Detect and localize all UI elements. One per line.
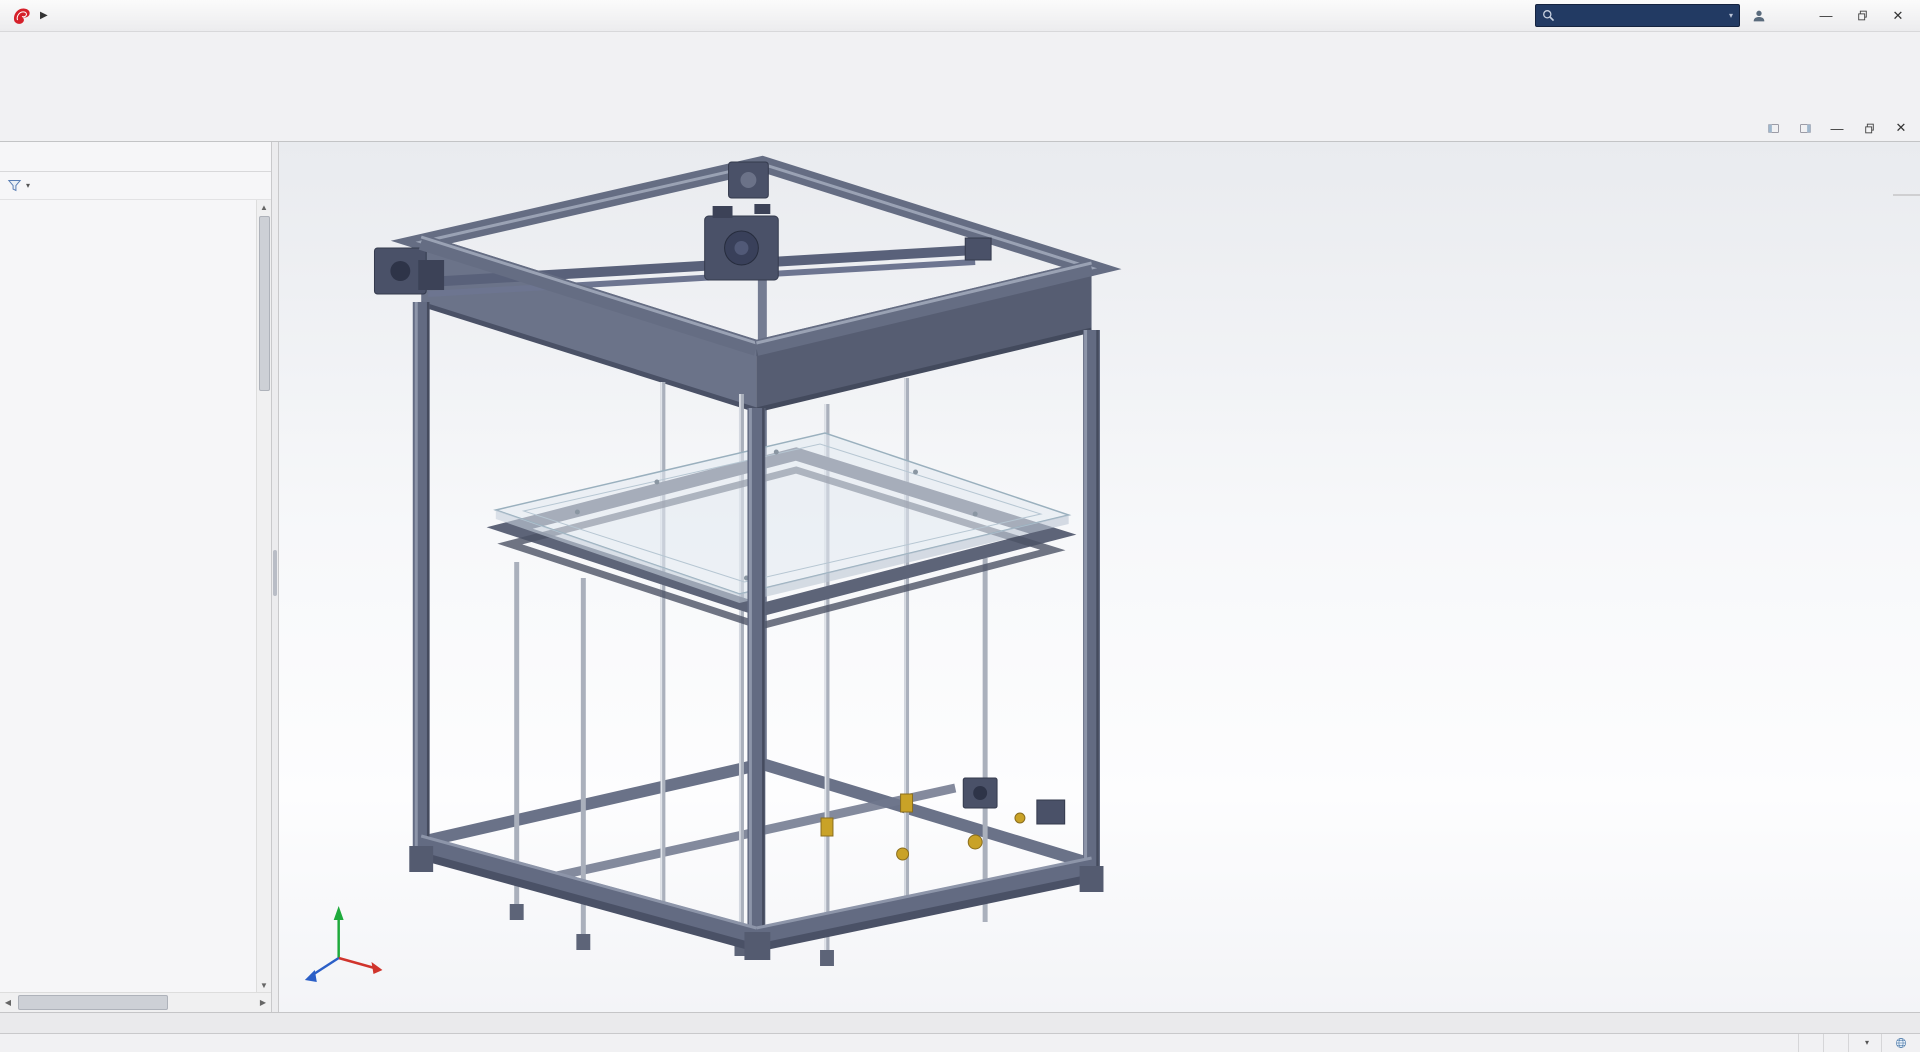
feature-tree [0, 200, 256, 992]
tab-navigation-cluster [0, 1013, 4, 1033]
search-input[interactable] [1561, 8, 1723, 23]
tree-filter-row: ▾ [0, 172, 271, 200]
close-button[interactable]: ✕ [1880, 3, 1916, 29]
help-button[interactable] [1778, 5, 1800, 27]
search-icon [1543, 10, 1555, 22]
search-commands-box[interactable]: ▾ [1535, 4, 1740, 27]
scroll-left-icon[interactable]: ◀ [0, 998, 16, 1007]
child-restore-button[interactable] [1854, 117, 1884, 139]
status-bar: ▾ [0, 1033, 1920, 1052]
scroll-right-icon[interactable]: ▶ [255, 998, 271, 1007]
splitter-grip[interactable] [273, 550, 277, 596]
user-account-icon[interactable] [1748, 5, 1770, 27]
status-units-selector[interactable]: ▾ [1847, 1034, 1881, 1052]
menu-expand-arrow-icon[interactable]: ▶ [40, 10, 48, 21]
task-pane-rail [1893, 194, 1920, 196]
feature-manager-panel: ▾ ▲ ▼ ◀ ▶ [0, 142, 272, 1012]
units-dropdown-icon[interactable]: ▾ [1865, 1039, 1869, 1047]
search-dropdown-icon[interactable]: ▾ [1729, 11, 1733, 20]
panel-splitter[interactable] [272, 142, 279, 1012]
tree-horizontal-scrollbar[interactable]: ◀ ▶ [0, 992, 271, 1012]
filter-funnel-icon[interactable] [6, 177, 23, 194]
command-tab-row: — ✕ [0, 116, 1920, 142]
dassault-ds-icon [10, 5, 32, 27]
document-tab-bar [0, 1012, 1920, 1033]
filter-dropdown-icon[interactable]: ▾ [26, 181, 30, 190]
dock-pane-right-icon[interactable] [1790, 117, 1820, 139]
tree-vertical-scrollbar[interactable]: ▲ ▼ [256, 200, 271, 992]
child-close-button[interactable]: ✕ [1886, 117, 1916, 139]
status-globe-icon[interactable] [1881, 1034, 1920, 1052]
status-constraint [1797, 1034, 1823, 1052]
panel-tab-strip [0, 142, 271, 172]
scroll-down-icon[interactable]: ▼ [257, 978, 271, 992]
graphics-area[interactable] [279, 142, 1920, 1012]
minimize-button[interactable]: — [1808, 3, 1844, 29]
title-bar: ▶ ▾ — ✕ [0, 0, 1920, 32]
horizontal-scroll-thumb[interactable] [18, 995, 168, 1010]
restore-button[interactable] [1844, 3, 1880, 29]
reference-triad [304, 906, 383, 982]
scroll-up-icon[interactable]: ▲ [257, 200, 271, 214]
dock-pane-left-icon[interactable] [1758, 117, 1788, 139]
command-manager-ribbon [0, 32, 1920, 116]
status-mode [1822, 1034, 1848, 1052]
vertical-scroll-thumb[interactable] [259, 216, 270, 391]
child-minimize-button[interactable]: — [1822, 117, 1852, 139]
app-logo: ▶ [4, 5, 58, 27]
model-3d-printer-frame[interactable] [279, 142, 1920, 1012]
